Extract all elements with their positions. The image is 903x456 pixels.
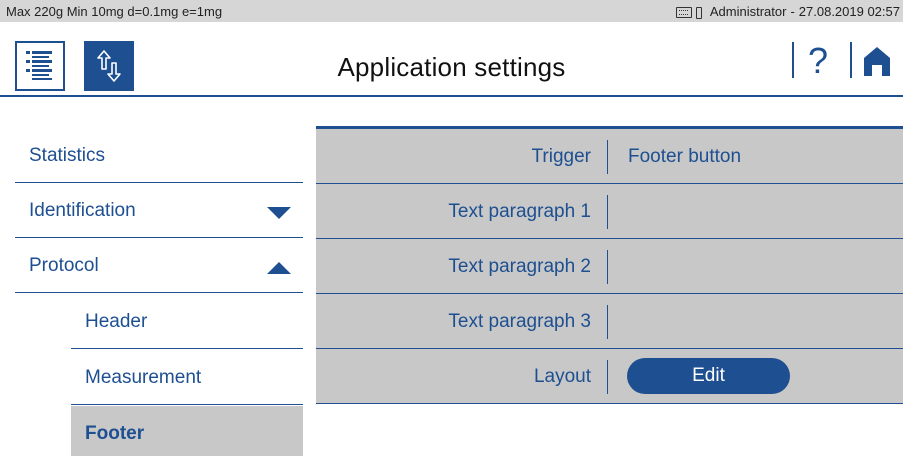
sub-item-footer[interactable]: Footer (71, 406, 303, 456)
setting-key: Layout (533, 366, 591, 387)
sub-item-label: Footer (85, 423, 145, 444)
page-title: Application settings (337, 52, 566, 82)
setting-value: Footer button (628, 146, 742, 167)
nav-item-label: Statistics (29, 145, 106, 166)
home-icon (864, 47, 890, 76)
row-separator (607, 140, 608, 174)
setting-key: Text paragraph 3 (448, 311, 591, 332)
header-divider (0, 95, 903, 97)
datetime-separator: - (790, 4, 795, 19)
setting-row-text-paragraph-3[interactable]: Text paragraph 3 (316, 294, 903, 349)
row-separator (607, 250, 608, 284)
status-right: Administrator - 27.08.2019 02:57 (675, 4, 900, 19)
nav-item-protocol[interactable]: Protocol (15, 238, 303, 293)
user-name: Administrator (709, 4, 787, 19)
home-button[interactable] (862, 46, 892, 81)
nav-item-label: Protocol (29, 255, 99, 276)
triangle-down-icon (267, 207, 291, 219)
setting-key: Text paragraph 2 (448, 256, 591, 277)
row-separator (607, 360, 608, 394)
setting-row-text-paragraph-1[interactable]: Text paragraph 1 (316, 184, 903, 239)
help-button[interactable]: ? (808, 40, 828, 82)
header-separator (792, 42, 794, 78)
usb-icon (695, 6, 702, 19)
sub-item-label: Measurement (85, 367, 202, 388)
edit-layout-button[interactable]: Edit (627, 358, 790, 394)
sub-item-measurement[interactable]: Measurement (71, 350, 303, 405)
status-bar: Max 220g Min 10mg d=0.1mg e=1mg Administ… (0, 0, 903, 22)
header-separator (850, 42, 852, 78)
nav-item-identification[interactable]: Identification (15, 183, 303, 238)
sub-item-header[interactable]: Header (71, 294, 303, 349)
settings-table: Trigger Footer button Text paragraph 1 T… (316, 126, 903, 404)
keyboard-icon (675, 7, 692, 18)
row-separator (607, 195, 608, 229)
setting-key: Text paragraph 1 (448, 201, 591, 222)
nav-item-label: Identification (29, 200, 136, 221)
triangle-up-icon (267, 262, 291, 274)
nav-item-statistics[interactable]: Statistics (15, 128, 303, 183)
setting-row-layout: Layout Edit (316, 349, 903, 404)
setting-row-trigger[interactable]: Trigger Footer button (316, 129, 903, 184)
header: Application settings ? (0, 22, 903, 95)
scale-info: Max 220g Min 10mg d=0.1mg e=1mg (6, 4, 223, 19)
row-separator (607, 305, 608, 339)
setting-key: Trigger (531, 146, 591, 167)
sub-item-label: Header (85, 311, 148, 332)
datetime: 27.08.2019 02:57 (798, 4, 900, 19)
setting-row-text-paragraph-2[interactable]: Text paragraph 2 (316, 239, 903, 294)
